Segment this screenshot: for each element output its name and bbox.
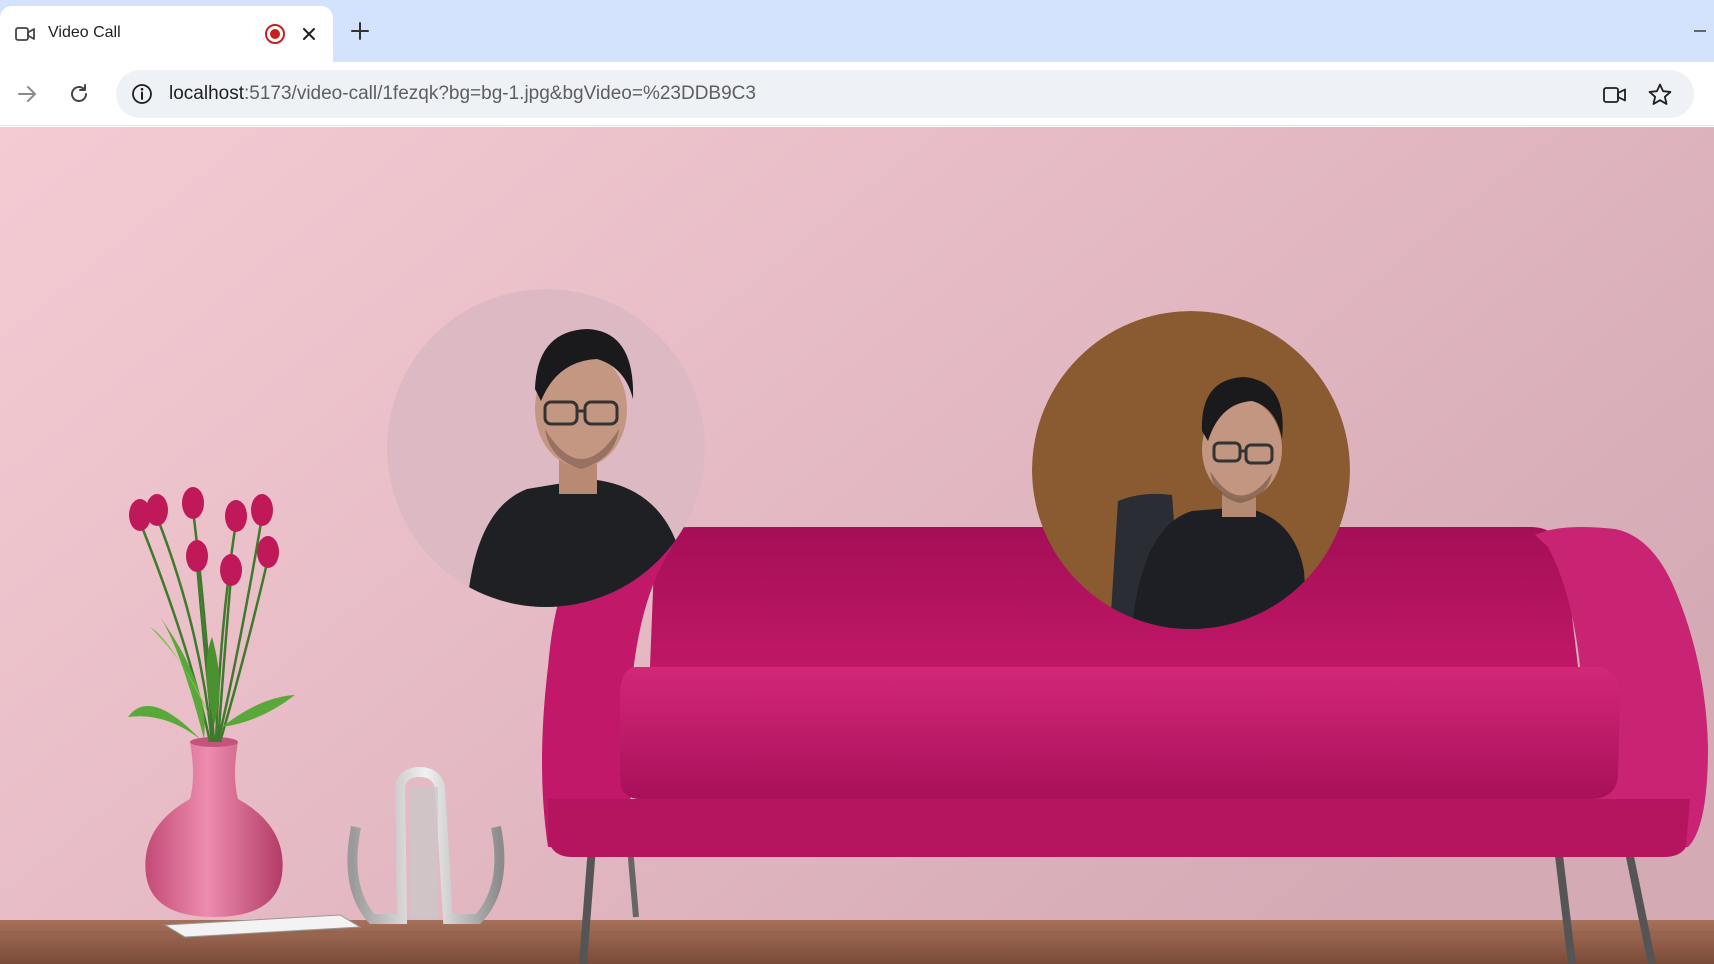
address-bar[interactable]: localhost:5173/video-call/1fezqk?bg=bg-1… <box>116 70 1694 118</box>
browser-toolbar: localhost:5173/video-call/1fezqk?bg=bg-1… <box>0 62 1714 126</box>
tab-strip: Video Call <box>0 0 1714 62</box>
participant-video-1[interactable] <box>387 289 705 607</box>
plus-icon[interactable] <box>349 20 371 42</box>
arrow-right-icon[interactable] <box>12 79 42 109</box>
tab-title: Video Call <box>48 24 121 41</box>
reload-icon[interactable] <box>64 79 94 109</box>
recording-icon <box>264 23 286 45</box>
participant-video-2[interactable] <box>1032 311 1350 629</box>
tab-video-call[interactable]: Video Call <box>0 6 333 62</box>
video-camera-icon <box>14 23 36 45</box>
close-icon[interactable] <box>298 23 320 45</box>
url-host: localhost <box>169 83 244 104</box>
minimize-icon[interactable] <box>1690 24 1710 38</box>
video-camera-icon[interactable] <box>1602 82 1628 108</box>
url-path: :5173/video-call/1fezqk?bg=bg-1.jpg&bgVi… <box>244 83 756 104</box>
background-image <box>0 127 1714 964</box>
url-text[interactable]: localhost:5173/video-call/1fezqk?bg=bg-1… <box>169 83 756 105</box>
info-icon[interactable] <box>128 80 156 108</box>
star-icon[interactable] <box>1647 82 1673 108</box>
video-call-page <box>0 127 1714 964</box>
